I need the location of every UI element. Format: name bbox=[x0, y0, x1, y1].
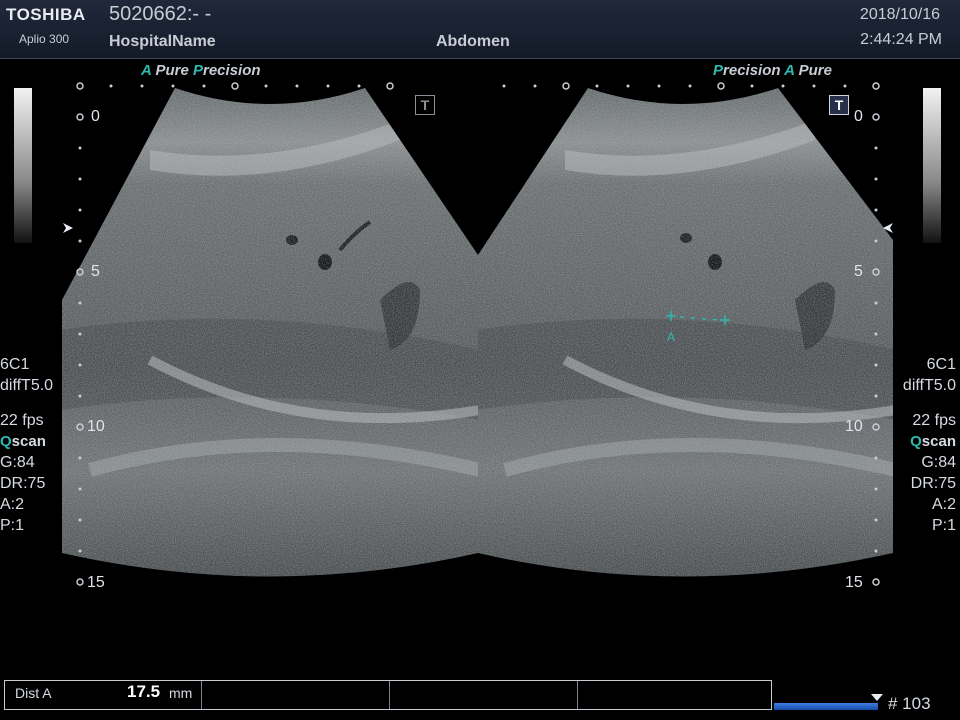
measurement-value: 17.5 bbox=[127, 682, 161, 701]
right-scan-image bbox=[478, 88, 893, 577]
dynamic-range-value: DR:75 bbox=[0, 475, 46, 492]
right-params: 6C1 diffT5.0 22 fps Qscan G:84 DR:75 A:2… bbox=[903, 354, 956, 536]
left-depth-10: 10 bbox=[87, 418, 105, 435]
left-depth-15: 15 bbox=[87, 574, 105, 591]
right-tag-icon[interactable]: T bbox=[829, 95, 849, 115]
gain-value: G:84 bbox=[0, 454, 35, 471]
top-scale-dots bbox=[76, 82, 880, 90]
right-depth-0: 0 bbox=[854, 108, 863, 125]
a-value: A:2 bbox=[0, 496, 25, 513]
measurement-unit: mm bbox=[169, 685, 193, 701]
frequency-label: diffT5.0 bbox=[902, 377, 956, 394]
qscan-label: Qscan bbox=[0, 433, 46, 450]
measurement-results-bar: Dist A 17.5 mm bbox=[4, 680, 772, 710]
measurement-cell-empty[interactable] bbox=[578, 681, 771, 709]
frame-number: # 103 bbox=[888, 694, 931, 713]
right-grayscale-bar bbox=[923, 88, 941, 243]
ultrasound-display bbox=[62, 82, 893, 586]
header-bar: TOSHIBA Aplio 300 5020662:- - HospitalNa… bbox=[0, 0, 960, 59]
cine-position-marker-icon[interactable] bbox=[871, 694, 883, 701]
right-mode-label: Precision A Pure bbox=[713, 62, 832, 79]
caliper-label-a: A bbox=[667, 330, 676, 344]
focus-marker-icon bbox=[63, 223, 73, 233]
p-value: P:1 bbox=[931, 517, 956, 534]
left-mode-label: A Pure Precision bbox=[141, 62, 261, 79]
left-depth-5: 5 bbox=[91, 263, 100, 280]
patient-id: 5020662:- - bbox=[109, 3, 212, 25]
probe-label: 6C1 bbox=[0, 356, 30, 373]
brand-logo: TOSHIBA bbox=[6, 5, 86, 24]
system-model: Aplio 300 bbox=[19, 32, 70, 46]
p-value: P:1 bbox=[0, 517, 25, 534]
measurement-cell-empty[interactable] bbox=[202, 681, 390, 709]
exam-date: 2018/10/16 bbox=[859, 6, 940, 23]
qscan-label: Qscan bbox=[910, 433, 956, 450]
dynamic-range-value: DR:75 bbox=[910, 475, 956, 492]
gain-value: G:84 bbox=[921, 454, 956, 471]
probe-label: 6C1 bbox=[926, 356, 956, 373]
frame-rate: 22 fps bbox=[912, 412, 956, 429]
exam-time: 2:44:24 PM bbox=[860, 31, 942, 48]
left-depth-0: 0 bbox=[91, 108, 100, 125]
right-depth-5: 5 bbox=[854, 263, 863, 280]
frame-rate: 22 fps bbox=[0, 412, 44, 429]
right-depth-10: 10 bbox=[845, 418, 863, 435]
hospital-name: HospitalName bbox=[109, 33, 216, 50]
exam-preset: Abdomen bbox=[436, 33, 510, 50]
left-params: 6C1 diffT5.0 22 fps Qscan G:84 DR:75 A:2… bbox=[0, 354, 53, 536]
left-scan-image bbox=[62, 88, 478, 577]
left-grayscale-bar bbox=[14, 88, 32, 243]
measurement-name: Dist A bbox=[15, 685, 52, 701]
cine-progress-bar[interactable] bbox=[774, 703, 878, 710]
frequency-label: diffT5.0 bbox=[0, 377, 54, 394]
measurement-cell-empty[interactable] bbox=[390, 681, 578, 709]
a-value: A:2 bbox=[931, 496, 956, 513]
right-depth-15: 15 bbox=[845, 574, 863, 591]
left-tag-icon[interactable]: T bbox=[415, 95, 435, 115]
measurement-cell-dist-a[interactable]: Dist A 17.5 mm bbox=[5, 681, 202, 709]
